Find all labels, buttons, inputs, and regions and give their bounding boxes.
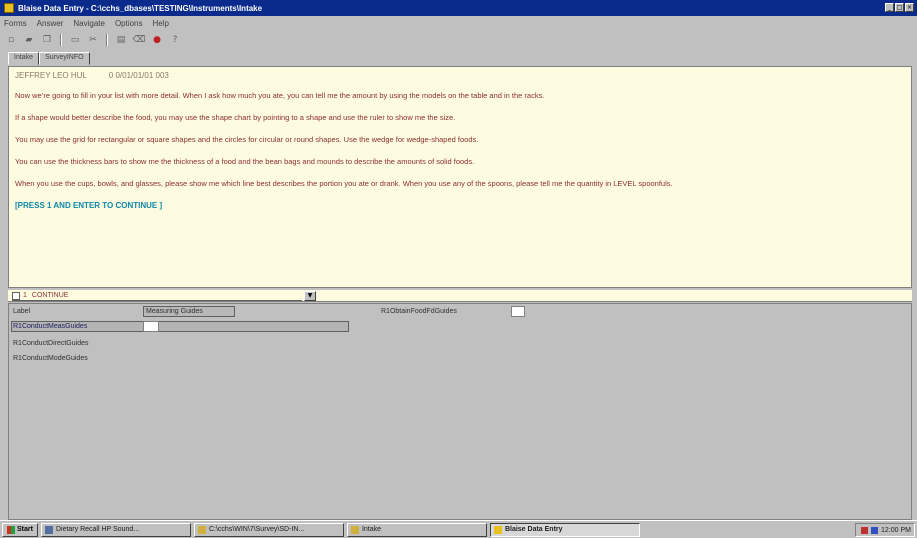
taskbar-item-label: C:\cchs\WIN\7\Survey\SD-IN...	[208, 526, 305, 533]
toolbar-separator	[106, 34, 108, 46]
measuring-guides-header: Measuring Guides	[143, 306, 235, 317]
minimize-button[interactable]: _	[885, 3, 894, 12]
taskbar-item[interactable]: C:\cchs\WIN\7\Survey\SD-IN...	[193, 522, 344, 537]
menu-bar: Forms Answer Navigate Options Help	[0, 16, 917, 30]
right-field-label: R1ObtainFoodFdGuides	[381, 308, 457, 315]
stop-icon[interactable]: ●	[150, 34, 164, 47]
tab-intake[interactable]: Intake	[8, 52, 40, 65]
menu-navigate[interactable]: Navigate	[73, 19, 105, 28]
form-row-input[interactable]	[143, 321, 159, 332]
system-tray: 12:00 PM	[855, 523, 915, 537]
question-paragraph: You can use the thickness bars to show m…	[15, 157, 475, 166]
copy-icon[interactable]: ❐	[40, 34, 54, 47]
clock: 12:00 PM	[881, 526, 911, 534]
answer-row: 1 CONTINUE ▼	[8, 290, 912, 302]
maximize-button[interactable]: □	[895, 3, 904, 12]
answer-checkbox[interactable]	[12, 291, 20, 300]
form-row-label[interactable]: R1ConductDirectGuides	[13, 340, 88, 347]
page-tabs: Intake SurveyINFO	[8, 52, 90, 65]
app-icon	[493, 525, 502, 534]
taskbar: Start Dietary Recall HP Sound... C:\cchs…	[0, 520, 917, 538]
close-button[interactable]: ×	[905, 3, 914, 12]
windows-logo-icon	[7, 525, 15, 534]
tab-surveyinfo[interactable]: SurveyINFO	[39, 52, 90, 65]
folder-icon	[350, 525, 359, 534]
answer-code: 1	[23, 292, 27, 299]
question-paragraph: Now we’re going to fill in your list wit…	[15, 91, 545, 100]
menu-answer[interactable]: Answer	[37, 19, 64, 28]
question-pane: JEFFREY LEO HUL 0 0/01/01/01 003 Now we’…	[8, 66, 912, 288]
toolbar: ▫ ▰ ❐ ▭ ✂ ▤ ⌫ ● ?	[0, 31, 917, 49]
form-row-label[interactable]: R1ConductMeasGuides	[13, 323, 87, 330]
respondent-header: JEFFREY LEO HUL 0 0/01/01/01 003	[15, 71, 169, 80]
menu-options[interactable]: Options	[115, 19, 143, 28]
help-icon[interactable]: ?	[168, 34, 182, 47]
taskbar-item[interactable]: Dietary Recall HP Sound...	[40, 522, 191, 537]
chevron-down-icon[interactable]: ▼	[304, 291, 316, 301]
taskbar-item[interactable]: Intake	[346, 522, 487, 537]
window-controls: _ □ ×	[885, 3, 914, 12]
question-paragraph: When you use the cups, bowls, and glasse…	[15, 179, 673, 188]
answer-label: CONTINUE	[31, 292, 69, 299]
paste-icon[interactable]: ▭	[68, 34, 82, 47]
toolbar-separator	[60, 34, 62, 46]
print-icon[interactable]: ▤	[114, 34, 128, 47]
menu-forms[interactable]: Forms	[4, 19, 27, 28]
start-button[interactable]: Start	[2, 522, 38, 537]
folder-icon	[197, 525, 206, 534]
delete-icon[interactable]: ⌫	[132, 34, 146, 47]
cut-icon[interactable]: ✂	[86, 34, 100, 47]
form-row-label[interactable]: R1ConductModeGuides	[13, 355, 88, 362]
taskbar-item-label: Dietary Recall HP Sound...	[55, 526, 140, 533]
taskbar-item-active[interactable]: Blaise Data Entry	[489, 522, 640, 537]
volume-icon[interactable]	[871, 526, 879, 534]
right-field-input[interactable]	[511, 306, 525, 317]
window-title: Blaise Data Entry - C:\cchs_dbases\TESTI…	[18, 3, 263, 13]
menu-help[interactable]: Help	[153, 19, 169, 28]
answer-option-field[interactable]: 1 CONTINUE	[12, 291, 302, 301]
app-icon	[44, 525, 53, 534]
app-icon	[4, 3, 14, 13]
label-column-header: Label	[13, 308, 31, 315]
taskbar-item-label: Intake	[361, 526, 382, 533]
new-icon[interactable]: ▫	[4, 34, 18, 47]
start-label: Start	[17, 526, 33, 533]
title-bar: Blaise Data Entry - C:\cchs_dbases\TESTI…	[0, 0, 917, 16]
network-icon[interactable]	[861, 526, 869, 534]
form-pane: Label Measuring Guides R1ObtainFoodFdGui…	[8, 303, 912, 520]
taskbar-item-label: Blaise Data Entry	[504, 526, 563, 533]
question-paragraph: You may use the grid for rectangular or …	[15, 135, 479, 144]
question-paragraph: If a shape would better describe the foo…	[15, 113, 456, 122]
open-icon[interactable]: ▰	[22, 34, 36, 47]
press-prompt: [PRESS 1 AND ENTER TO CONTINUE ]	[15, 201, 163, 210]
